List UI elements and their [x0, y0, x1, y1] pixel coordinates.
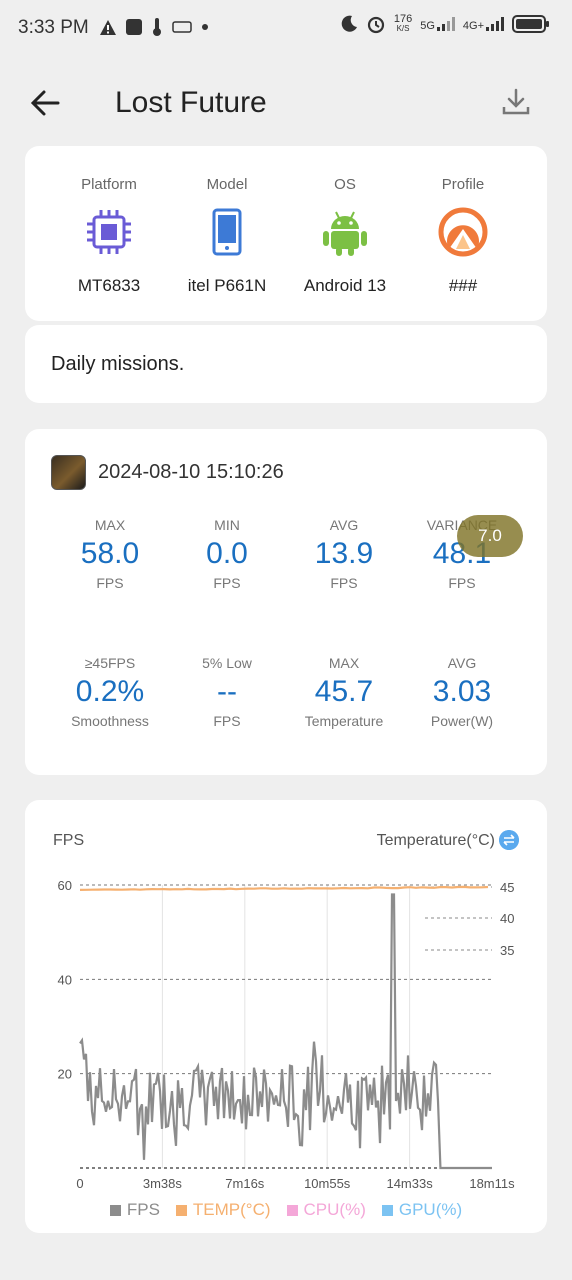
platform-value: MT6833: [77, 276, 141, 295]
device-model: Model itel P661N: [167, 176, 287, 296]
legend-cpu[interactable]: CPU(%): [286, 1200, 366, 1220]
stat-max-fps: MAX 58.0 FPS: [80, 517, 140, 591]
y-right-tick-label: 35: [500, 943, 514, 958]
score-badge[interactable]: 7.0: [457, 515, 523, 557]
missions-card[interactable]: Daily missions.: [25, 325, 547, 403]
x-tick-label: 3m38s: [143, 1176, 183, 1191]
stat-smoothness: ≥45FPS 0.2% Smoothness: [71, 655, 149, 729]
y-right-tick-label: 40: [500, 911, 514, 926]
status-time: 3:33 PM: [18, 17, 89, 38]
profile-icon: [438, 207, 488, 257]
missions-text: Daily missions.: [51, 353, 185, 375]
notification-icons: [100, 18, 208, 36]
swap-icon[interactable]: [499, 830, 519, 850]
warning-icon: [100, 19, 116, 35]
os-label: OS: [334, 176, 356, 193]
legend-fps[interactable]: FPS: [109, 1200, 160, 1220]
moon-icon: [341, 15, 357, 32]
system-icons: 176 K/S 5G 4G+: [340, 14, 550, 34]
back-arrow-icon[interactable]: [28, 86, 62, 120]
chart-right-title: Temperature(°C): [376, 832, 495, 849]
legend-temp[interactable]: TEMP(°C): [175, 1200, 271, 1220]
dot-icon: [202, 24, 208, 30]
stat-max-temp: MAX 45.7 Temperature: [304, 655, 384, 729]
fps-chart: 0 3m38s 7m16s 10m55s 14m33s 18m11s 20 40 60 45 40 3…: [58, 878, 516, 1191]
device-platform: Platform MT6833: [49, 176, 169, 296]
model-value: itel P661N: [187, 276, 267, 295]
profile-label: Profile: [441, 176, 485, 193]
temp-series-line: [79, 885, 489, 891]
session-stats-card: 2024-08-10 15:10:26 MAX 58.0 FPS MIN 0.0 FPS…: [25, 429, 547, 775]
alarm-icon: [367, 16, 384, 34]
x-tick-label: 14m33s: [386, 1176, 433, 1191]
device-profile: Profile ###: [403, 176, 523, 296]
chip-icon: [87, 210, 131, 254]
y-right-tick-label: 45: [500, 880, 514, 895]
download-icon[interactable]: [500, 86, 532, 118]
app-badge-icon: [172, 21, 192, 33]
platform-label: Platform: [81, 176, 137, 193]
device-os: OS Android 13: [285, 176, 405, 296]
page-title: Lost Future: [115, 86, 267, 119]
app-bar: Lost Future: [0, 74, 572, 134]
game-thumbnail: [51, 455, 86, 490]
chart-legend: FPS TEMP(°C) CPU(%) GPU(%): [25, 1200, 547, 1220]
signal-icon-2: [486, 17, 504, 31]
y-left-tick-label: 60: [58, 878, 72, 893]
os-value: Android 13: [303, 276, 387, 295]
android-icon: [323, 211, 367, 256]
battery-icon: [512, 15, 549, 33]
legend-gpu[interactable]: GPU(%): [381, 1200, 462, 1220]
fps-chart-card: FPS Temperature(°C) 0 3m38s 7m16s 10m55s 14m…: [25, 800, 547, 1233]
device-info-card: Platform MT6833 Model itel P661N OS Andr…: [25, 146, 547, 321]
y-left-tick-label: 20: [58, 1067, 72, 1082]
thermometer-icon: [153, 18, 161, 36]
x-tick-label: 0: [76, 1176, 83, 1191]
x-tick-label: 10m55s: [304, 1176, 351, 1191]
stat-avg-power: AVG 3.03 Power(W): [430, 655, 494, 729]
net-speed: 176 K/S: [393, 13, 413, 34]
y-left-tick-label: 40: [58, 972, 72, 987]
signal-4g: 4G+: [463, 17, 504, 32]
session-date: 2024-08-10 15:10:26: [98, 461, 284, 483]
chart-left-title: FPS: [53, 832, 85, 849]
status-bar: 3:33 PM 176 K/S 5G 4G+: [0, 0, 572, 58]
signal-5g: 5G: [420, 17, 455, 32]
profile-value: ###: [448, 276, 478, 295]
x-tick-label: 18m11s: [469, 1176, 515, 1191]
stat-avg-fps: AVG 13.9 FPS: [314, 517, 374, 591]
fps-series-line: [79, 893, 492, 1170]
x-tick-label: 7m16s: [225, 1176, 265, 1191]
app-notification-icon: [126, 19, 142, 35]
model-label: Model: [206, 176, 248, 193]
signal-icon: [436, 17, 455, 31]
phone-icon: [212, 208, 242, 256]
stat-5pct-low: 5% Low -- FPS: [202, 655, 252, 729]
stat-min-fps: MIN 0.0 FPS: [206, 517, 248, 591]
